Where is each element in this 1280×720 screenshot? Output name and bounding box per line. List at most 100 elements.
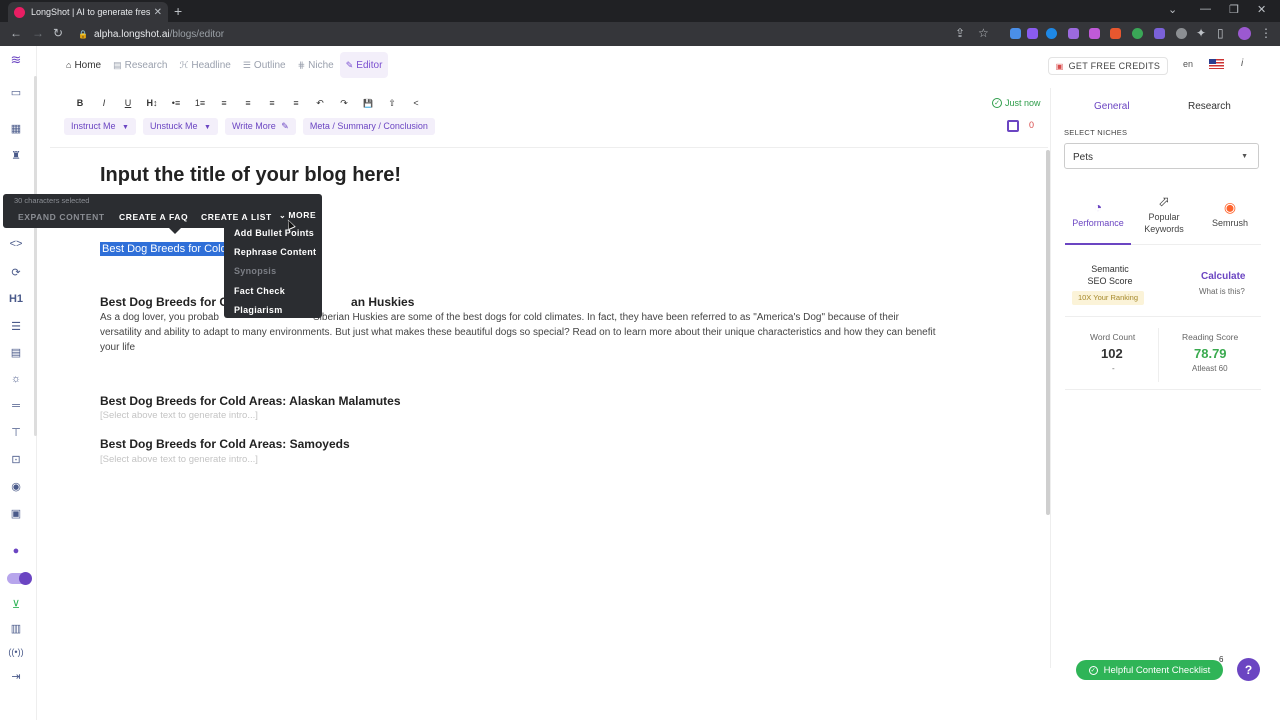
niche-select[interactable]: Pets ▼ (1064, 143, 1259, 169)
language-selector[interactable]: en (1183, 59, 1193, 69)
tab-search-icon[interactable]: ⌄ (1168, 3, 1177, 16)
redo-button[interactable]: ↷ (332, 98, 356, 109)
more-button[interactable]: ⌄ MORE (279, 210, 316, 220)
collapse-sidebar-icon[interactable]: ⇥ (8, 668, 24, 684)
profile-avatar[interactable] (1238, 27, 1251, 40)
new-tab-icon[interactable]: + (174, 2, 182, 20)
align-center-button[interactable]: ≡ (236, 98, 260, 108)
nav-editor[interactable]: ✎ Editor (339, 52, 389, 78)
chat-question-icon[interactable]: ◉ (8, 478, 24, 494)
share-button[interactable]: < (404, 98, 428, 108)
shirt-icon[interactable]: ♜ (8, 147, 24, 163)
puzzle-icon[interactable]: ✦ (1196, 26, 1206, 40)
create-faq-button[interactable]: CREATE A FAQ (119, 212, 188, 222)
clipboard-icon[interactable]: ▤ (8, 344, 24, 360)
focus-frame-icon[interactable] (1007, 120, 1019, 132)
minimize-icon[interactable]: — (1200, 3, 1211, 15)
expand-content-button[interactable]: EXPAND CONTENT (18, 212, 105, 222)
forward-icon[interactable]: → (32, 26, 44, 40)
calculate-button[interactable]: Calculate (1201, 271, 1245, 282)
section-heading[interactable]: Best Dog Breeds for Cold Areas: Alaskan … (100, 394, 401, 408)
share-icon[interactable]: ⇪ (955, 26, 965, 40)
intro-placeholder[interactable]: [Select above text to generate intro...] (100, 410, 258, 421)
extension-icon[interactable] (1132, 28, 1143, 39)
blog-title[interactable]: Input the title of your blog here! (100, 164, 401, 187)
underline-button[interactable]: U (116, 98, 140, 108)
restore-icon[interactable]: ❐ (1229, 3, 1239, 16)
extension-icon[interactable] (1046, 28, 1057, 39)
menu-item-synopsis[interactable]: Synopsis (234, 266, 276, 276)
nav-home[interactable]: ⌂ Home (60, 52, 107, 78)
nav-headline[interactable]: ℋ Headline (173, 52, 236, 78)
menu-item-plagiarism[interactable]: Plagiarism (234, 305, 283, 315)
toggle-switch[interactable] (6, 570, 32, 586)
help-button[interactable]: ? (1237, 658, 1260, 681)
longshot-logo-icon[interactable]: ≋ (8, 52, 24, 68)
paragraph-icon[interactable]: ☰ (8, 318, 24, 334)
write-more-button[interactable]: Write More ✎ (224, 118, 296, 135)
intro-placeholder[interactable]: [Select above text to generate intro...] (100, 454, 258, 465)
numbered-list-button[interactable]: 1≡ (188, 98, 212, 108)
h1-icon[interactable]: H1 (8, 291, 24, 307)
nav-outline[interactable]: ☰ Outline (237, 52, 292, 78)
nav-research[interactable]: ▤ Research (107, 52, 173, 78)
selected-text[interactable]: Best Dog Breeds for Cold . (100, 242, 235, 256)
us-flag-icon[interactable] (1209, 59, 1224, 69)
italic-button[interactable]: I (92, 98, 116, 108)
broadcast-icon[interactable]: ((•)) (8, 644, 24, 660)
what-is-this-link[interactable]: What is this? (1199, 287, 1245, 296)
sidebar-toggle-icon[interactable]: ▯ (1217, 26, 1224, 40)
text-box-icon[interactable]: ⊡ (8, 451, 24, 467)
undo-button[interactable]: ↶ (308, 98, 332, 109)
bookmark-star-icon[interactable]: ☆ (978, 26, 989, 40)
tab-research[interactable]: Research (1188, 101, 1231, 112)
dashboard-icon[interactable]: ▦ (8, 120, 24, 136)
extension-icon[interactable] (1027, 28, 1038, 39)
align-right-button[interactable]: ≡ (260, 98, 284, 108)
menu-item-fact-check[interactable]: Fact Check (234, 286, 285, 296)
justify-button[interactable]: ≡ (284, 98, 308, 108)
extension-icon[interactable] (1110, 28, 1121, 39)
align-left-button[interactable]: ≡ (212, 98, 236, 108)
helpful-content-checklist-button[interactable]: ✓ Helpful Content Checklist (1076, 660, 1223, 680)
heading-button[interactable]: H↕ (140, 98, 164, 108)
extension-icon[interactable] (1089, 28, 1100, 39)
bullet-list-button[interactable]: •≡ (164, 98, 188, 108)
save-button[interactable]: 💾 (356, 99, 380, 108)
metric-tab-semrush[interactable]: ◉ Semrush (1206, 200, 1254, 229)
map-icon[interactable]: ▥ (8, 620, 24, 636)
browser-tab[interactable]: LongShot | AI to generate fresh & ✕ (8, 2, 168, 22)
align-top-icon[interactable]: ⊤ (8, 424, 24, 440)
menu-item-add-bullet-points[interactable]: Add Bullet Points (234, 228, 314, 238)
unstuck-me-button[interactable]: Unstuck Me ▼ (142, 118, 218, 135)
meta-summary-button[interactable]: Meta / Summary / Conclusion (302, 118, 435, 135)
tab-general[interactable]: General (1094, 101, 1130, 112)
extension-icon[interactable] (1010, 28, 1021, 39)
sidebar-scrollbar[interactable] (34, 76, 37, 436)
extension-icon[interactable] (1154, 28, 1165, 39)
gift-icon[interactable]: ▣ (8, 505, 24, 521)
close-window-icon[interactable]: ✕ (1257, 3, 1266, 16)
bold-button[interactable]: B (68, 98, 92, 108)
lightbulb-icon[interactable]: ☼ (8, 371, 24, 387)
extension-icon[interactable] (1176, 28, 1187, 39)
metric-tab-keywords[interactable]: ⬀ Popular Keywords (1138, 194, 1190, 235)
menu-item-rephrase-content[interactable]: Rephrase Content (234, 247, 316, 257)
user-circle-icon[interactable]: ● (8, 543, 24, 559)
nav-niche[interactable]: ⋕ Niche (292, 52, 340, 78)
get-free-credits-button[interactable]: ▣ GET FREE CREDITS (1048, 57, 1168, 75)
extension-icon[interactable] (1068, 28, 1079, 39)
url-field[interactable]: 🔒 alpha.longshot.ai/blogs/editor (78, 26, 998, 42)
menu-dots-icon[interactable]: ⋮ (1260, 26, 1272, 40)
code-icon[interactable]: <> (8, 236, 24, 252)
section-heading[interactable]: Best Dog Breeds for Cold Areas: Samoyeds (100, 437, 350, 451)
export-button[interactable]: ⇧ (380, 98, 404, 109)
instruct-me-button[interactable]: Instruct Me ▼ (64, 118, 136, 135)
metric-tab-performance[interactable]: ◔ Performance (1068, 200, 1128, 229)
cart-icon[interactable]: ⊻ (8, 596, 24, 612)
short-text-icon[interactable]: ═ (8, 398, 24, 414)
sync-icon[interactable]: ⟳ (8, 264, 24, 280)
back-icon[interactable]: ← (10, 26, 22, 40)
info-icon[interactable]: i (1241, 58, 1243, 69)
folder-icon[interactable]: ▭ (8, 84, 24, 100)
